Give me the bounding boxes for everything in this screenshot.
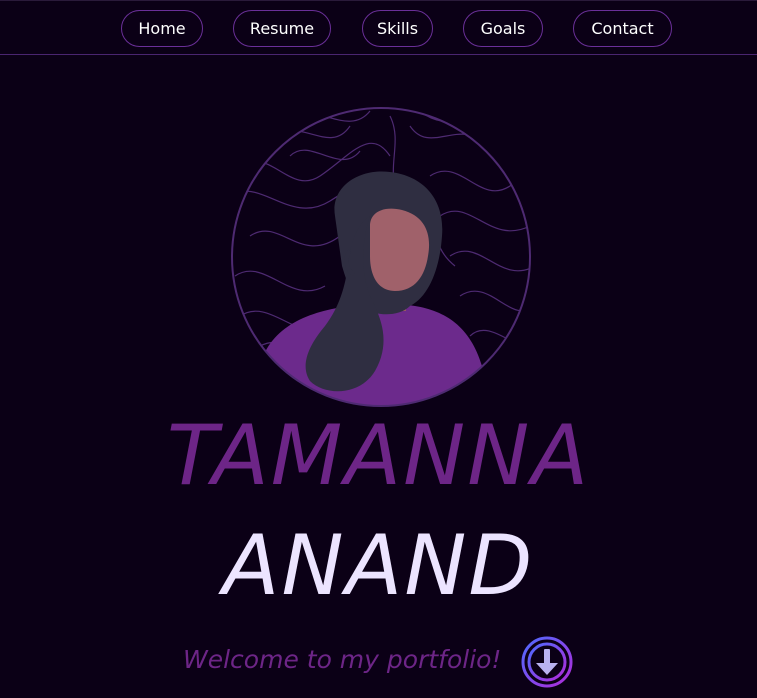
nav-skills-button[interactable]: Skills xyxy=(362,10,433,47)
woman-avatar-illustration xyxy=(231,107,531,407)
hero-first-name: TAMANNA xyxy=(166,407,591,504)
nav-resume-button[interactable]: Resume xyxy=(233,10,331,47)
nav-contact-button[interactable]: Contact xyxy=(573,10,672,47)
scroll-down-button[interactable] xyxy=(521,636,573,688)
profile-avatar xyxy=(230,106,532,408)
welcome-text: Welcome to my portfolio! xyxy=(183,645,502,674)
nav-home-button[interactable]: Home xyxy=(121,10,203,47)
nav-goals-button[interactable]: Goals xyxy=(463,10,543,47)
portfolio-page: Home Resume Skills Goals Contact TAMANNA… xyxy=(0,0,757,698)
arrow-down-icon xyxy=(521,636,573,688)
hero-last-name: ANAND xyxy=(222,517,535,614)
top-navbar: Home Resume Skills Goals Contact xyxy=(0,0,757,55)
